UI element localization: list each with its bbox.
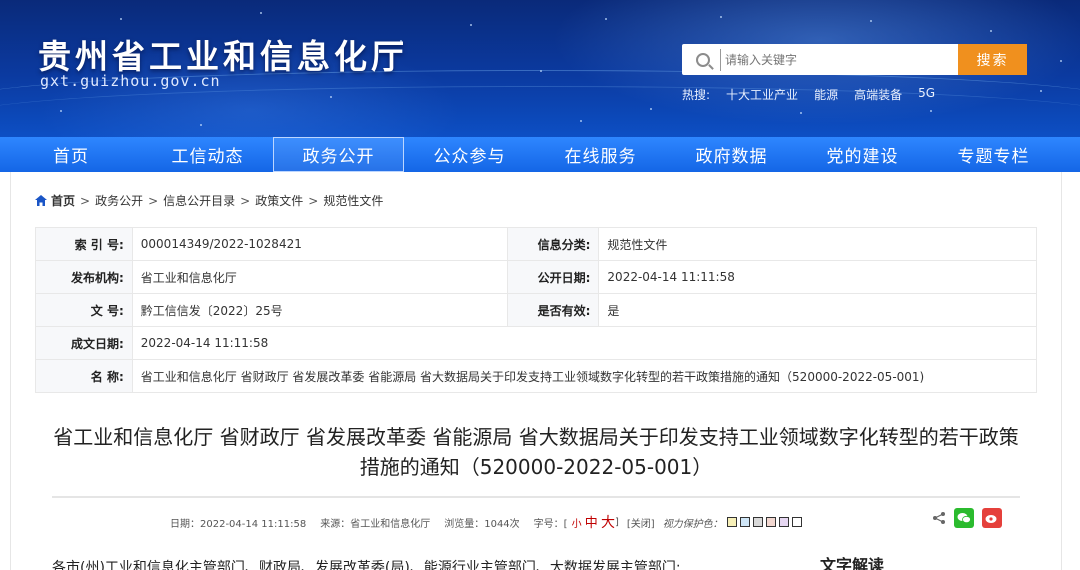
nav-item-gov-data[interactable]: 政府数据	[666, 137, 797, 172]
home-icon	[35, 195, 47, 206]
nav-item-topics[interactable]: 专题专栏	[928, 137, 1059, 172]
index-value: 000014349/2022-1028421	[131, 227, 509, 261]
nav-item-participation[interactable]: 公众参与	[404, 137, 535, 172]
pub-date-label: 公开日期:	[507, 260, 600, 294]
header-banner: 贵州省工业和信息化厅 gxt.guizhou.gov.cn 搜索 热搜: 十大工…	[0, 0, 1080, 137]
pub-date-value: 2022-04-14 11:11:58	[598, 260, 1037, 294]
breadcrumb-item[interactable]: 政务公开	[95, 192, 143, 209]
nav-item-home[interactable]: 首页	[0, 137, 142, 172]
breadcrumb-item[interactable]: 政策文件	[255, 192, 303, 209]
share-bar	[932, 508, 1002, 528]
breadcrumb-separator: >	[240, 193, 251, 208]
eye-color-swatches	[726, 517, 802, 527]
article-info-bar: 日期：2022-04-14 11:11:58 来源：省工业和信息化厅 浏览量：1…	[52, 496, 1020, 538]
valid-label: 是否有效:	[507, 293, 600, 327]
breadcrumb-separator: >	[80, 193, 91, 208]
hot-word[interactable]: 高端装备	[854, 86, 902, 103]
article-title: 省工业和信息化厅 省财政厅 省发展改革委 省能源局 省大数据局关于印发支持工业领…	[53, 425, 1019, 479]
search-button[interactable]: 搜索	[958, 44, 1027, 75]
side-heading: 文字解读	[820, 556, 885, 570]
breadcrumb: 首页 > 政务公开 > 信息公开目录 > 政策文件 > 规范性文件	[35, 192, 383, 209]
table-row: 文 号: 黔工信信发〔2022〕25号 是否有效: 是	[35, 293, 1037, 327]
eye-color-swatch[interactable]	[726, 517, 737, 527]
valid-value: 是	[598, 293, 1037, 327]
breadcrumb-separator: >	[148, 193, 159, 208]
article-source: 来源：省工业和信息化厅	[320, 518, 431, 530]
eye-color-swatch[interactable]	[752, 517, 763, 527]
font-size-medium-button[interactable]: 中	[585, 516, 598, 531]
article-meta-line: 日期：2022-04-14 11:11:58 来源：省工业和信息化厅 浏览量：1…	[170, 512, 802, 532]
nav-item-online-service[interactable]: 在线服务	[535, 137, 666, 172]
category-label: 信息分类:	[507, 227, 600, 261]
search-icon	[696, 52, 710, 67]
nav-item-party[interactable]: 党的建设	[797, 137, 928, 172]
hot-word[interactable]: 十大工业产业	[726, 86, 798, 103]
font-size-small-button[interactable]: 小	[572, 519, 582, 530]
created-value: 2022-04-14 11:11:58	[131, 326, 1038, 360]
table-row: 成文日期: 2022-04-14 11:11:58	[35, 326, 1038, 360]
hot-search-label: 热搜:	[682, 88, 711, 102]
search-input[interactable]	[720, 48, 940, 71]
article-body-first-line: 各市(州)工业和信息化主管部门、财政局、发展改革委(局)、能源行业主管部门、大数…	[52, 560, 681, 570]
name-value: 省工业和信息化厅 省财政厅 省发展改革委 省能源局 省大数据局关于印发支持工业领…	[131, 359, 1038, 393]
hot-search: 热搜: 十大工业产业 能源 高端装备 5G	[682, 86, 935, 103]
created-label: 成文日期:	[35, 326, 133, 360]
wechat-icon[interactable]	[954, 508, 974, 528]
article-views: 浏览量：1044次	[444, 518, 520, 530]
category-value: 规范性文件	[598, 227, 1037, 261]
hot-word[interactable]: 5G	[918, 86, 935, 103]
publisher-label: 发布机构:	[35, 260, 133, 294]
share-icon[interactable]	[932, 511, 946, 525]
table-row: 名 称: 省工业和信息化厅 省财政厅 省发展改革委 省能源局 省大数据局关于印发…	[35, 359, 1038, 393]
search-box[interactable]	[682, 44, 958, 75]
weibo-icon[interactable]	[982, 508, 1002, 528]
metadata-table: 索 引 号: 000014349/2022-1028421 信息分类: 规范性文…	[35, 227, 1038, 393]
name-label: 名 称:	[35, 359, 133, 393]
table-row: 发布机构: 省工业和信息化厅 公开日期: 2022-04-14 11:11:58	[35, 260, 1037, 294]
font-size-large-button[interactable]: 大	[601, 515, 615, 531]
hot-word[interactable]: 能源	[814, 86, 838, 103]
font-size-close-bracket: ]	[614, 516, 619, 528]
breadcrumb-separator: >	[308, 193, 319, 208]
eye-protection-label: 视力保护色：	[662, 518, 723, 530]
nav-item-gov-affairs[interactable]: 政务公开	[273, 137, 404, 172]
site-title[interactable]: 贵州省工业和信息化厅	[38, 30, 408, 78]
breadcrumb-home[interactable]: 首页	[51, 192, 75, 209]
doc-no-value: 黔工信信发〔2022〕25号	[131, 293, 509, 327]
table-row: 索 引 号: 000014349/2022-1028421 信息分类: 规范性文…	[35, 227, 1037, 261]
font-size-label: 字号：[	[533, 518, 568, 530]
close-button[interactable]: [关闭]	[627, 515, 655, 530]
eye-color-swatch[interactable]	[765, 517, 776, 527]
publisher-value: 省工业和信息化厅	[131, 260, 509, 294]
nav-item-news[interactable]: 工信动态	[142, 137, 273, 172]
article-date: 日期：2022-04-14 11:11:58	[170, 518, 307, 530]
index-label: 索 引 号:	[35, 227, 133, 261]
breadcrumb-item[interactable]: 信息公开目录	[163, 192, 235, 209]
main-nav: 首页 工信动态 政务公开 公众参与 在线服务 政府数据 党的建设 专题专栏	[0, 137, 1080, 172]
eye-color-swatch[interactable]	[791, 517, 802, 527]
breadcrumb-item[interactable]: 规范性文件	[323, 192, 383, 209]
doc-no-label: 文 号:	[35, 293, 133, 327]
site-domain: gxt.guizhou.gov.cn	[40, 72, 221, 90]
eye-color-swatch[interactable]	[739, 517, 750, 527]
eye-color-swatch[interactable]	[778, 517, 789, 527]
